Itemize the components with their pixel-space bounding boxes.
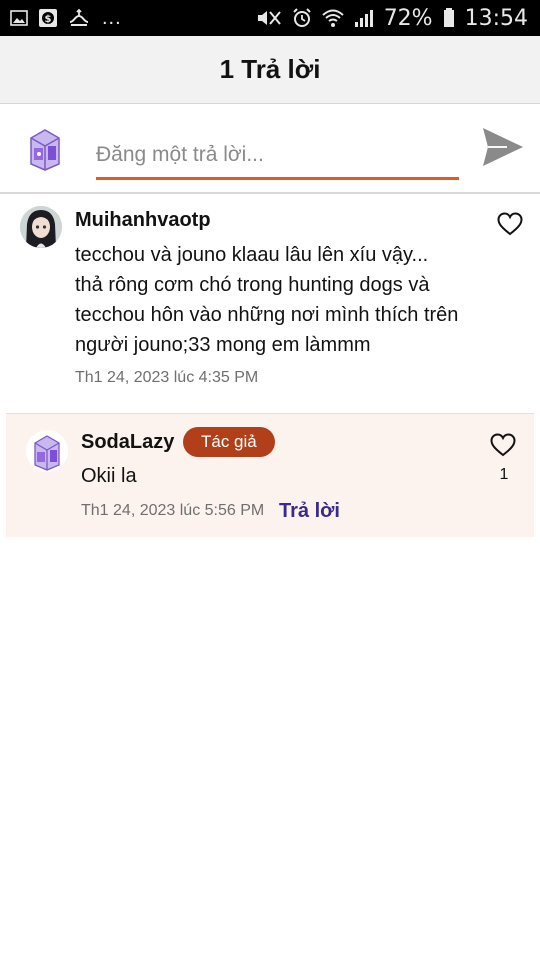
comment-item: Muihanhvaotp tecchou và jouno klaau lâu … [0, 196, 540, 408]
dollar-icon: $ [38, 8, 58, 28]
reply-item: SodaLazy Tác giả Okii la Th1 24, 2023 lú… [6, 413, 534, 537]
comment-like-button[interactable] [495, 209, 525, 239]
reply-like-count: 1 [499, 466, 509, 483]
clock: 13:54 [464, 5, 528, 31]
alarm-icon [292, 8, 312, 28]
usb-icon [68, 8, 90, 28]
reply-input[interactable] [96, 132, 459, 180]
comment-username[interactable]: Muihanhvaotp [75, 209, 211, 232]
current-user-avatar [22, 124, 68, 172]
reply-composer [0, 104, 540, 194]
signal-icon [354, 8, 374, 28]
reply-timestamp: Th1 24, 2023 lúc 5:56 PM [81, 502, 265, 519]
status-right-group: 72% 13:54 [256, 6, 528, 31]
heart-outline-icon [497, 212, 523, 236]
reply-avatar[interactable] [26, 430, 68, 472]
comment-avatar[interactable] [20, 206, 62, 248]
send-button[interactable] [480, 124, 526, 170]
heart-outline-icon [490, 433, 516, 457]
status-bar: $ ... 72% 13:54 [0, 0, 540, 36]
battery-percent: 72% [383, 5, 433, 31]
page-title: 1 Trả lời [219, 54, 321, 84]
comment-text: tecchou và jouno klaau lâu lên xíu vậy..… [75, 244, 459, 356]
battery-icon [443, 8, 455, 28]
reply-username[interactable]: SodaLazy [81, 431, 174, 454]
author-badge: Tác giả [183, 427, 275, 457]
svg-text:$: $ [45, 14, 52, 25]
status-left-group: $ ... [10, 7, 122, 30]
reply-like-button[interactable] [488, 430, 518, 460]
wifi-icon [322, 8, 344, 28]
status-overflow: ... [102, 6, 122, 29]
mute-icon [256, 8, 282, 28]
reply-button[interactable]: Trả lời [279, 500, 340, 523]
replies-header: 1 Trả lời [0, 36, 540, 104]
send-icon [483, 128, 523, 166]
comment-timestamp: Th1 24, 2023 lúc 4:35 PM [75, 369, 259, 386]
gallery-icon [10, 10, 28, 26]
reply-text: Okii la [81, 465, 137, 487]
